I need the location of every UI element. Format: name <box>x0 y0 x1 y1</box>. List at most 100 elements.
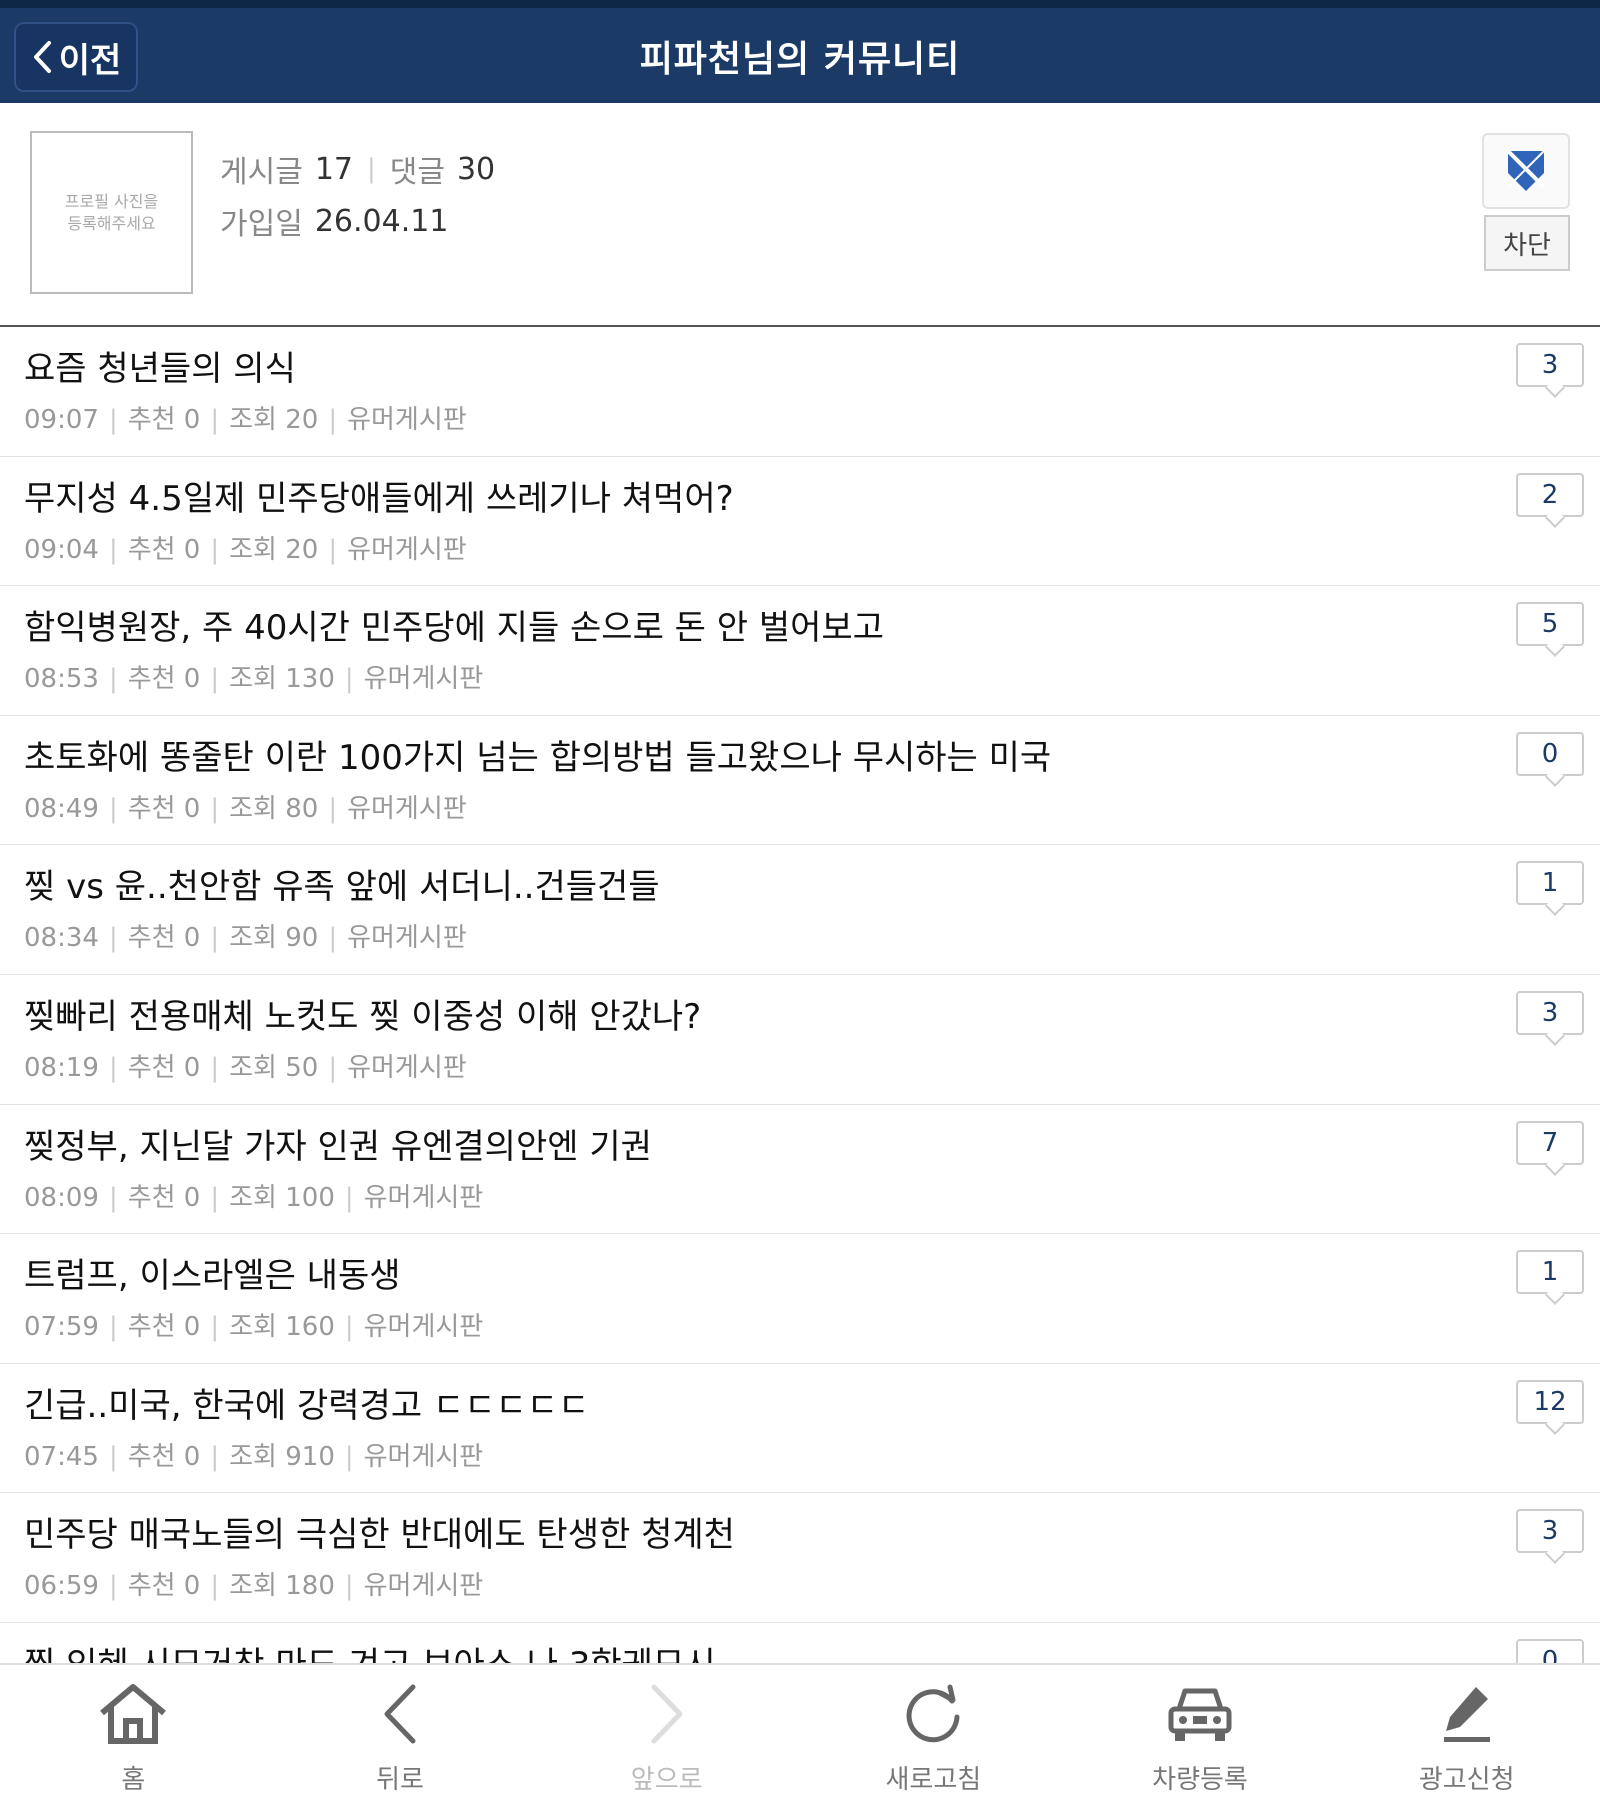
post-row[interactable]: 찢빠리 전용매체 노컷도 찢 이중성 이해 안갔나? 08:19 | 추천 0 | 조회 … <box>0 975 1600 1105</box>
post-board: 유머게시판 <box>363 664 484 695</box>
post-views: 조회 180 <box>229 1571 335 1602</box>
meta-divider: | <box>328 534 338 565</box>
post-row[interactable]: 찢 vs 윤..천안함 유족 앞에 서더니..건들건들 08:34 | 추천 0 | 조회… <box>0 845 1600 975</box>
comment-count-badge[interactable]: 0 <box>1516 1638 1584 1663</box>
avatar-placeholder-text: 프로필 사진을 등록해주세요 <box>64 191 159 233</box>
report-button[interactable] <box>1482 133 1570 209</box>
post-row[interactable]: 초토화에 똥줄탄 이란 100가지 넘는 합의방법 들고왔으나 무시하는 미국 0… <box>0 716 1600 846</box>
post-time: 07:59 <box>24 1312 99 1343</box>
post-views: 조회 20 <box>229 405 319 435</box>
comments-count: 30 <box>456 151 496 187</box>
post-views: 조회 20 <box>229 534 319 565</box>
post-row[interactable]: 트럼프, 이스라엘은 내동생 07:59 | 추천 0 | 조회 160 | 유머게시판 1 <box>0 1234 1600 1364</box>
post-recommend: 추천 0 <box>127 1312 201 1343</box>
nav-back[interactable]: 뒤로 <box>267 1665 534 1806</box>
meta-divider: | <box>210 1312 220 1343</box>
post-row[interactable]: 찢정부, 지닌달 가자 인권 유엔결의안엔 기권 08:09 | 추천 0 | 조회 10… <box>0 1105 1600 1235</box>
post-recommend: 추천 0 <box>127 1441 201 1472</box>
comments-label: 댓글 <box>389 155 445 190</box>
post-title[interactable]: 찢 인헤 시므거찬 마드 겨고 브아스 나 3한궤므시 <box>24 1637 716 1663</box>
comment-count-badge[interactable]: 3 <box>1516 990 1584 1035</box>
post-board: 유머게시판 <box>363 1312 484 1343</box>
post-views: 조회 80 <box>229 793 319 824</box>
post-time: 08:49 <box>24 793 99 824</box>
post-board: 유머게시판 <box>347 534 467 565</box>
post-title[interactable]: 무지성 4.5일제 민주당애들에게 쓰레기나 쳐먹어? <box>24 471 734 520</box>
home-icon <box>100 1684 167 1744</box>
comment-count-badge[interactable]: 7 <box>1516 1120 1584 1165</box>
bottom-nav: 홈 뒤로 앞으로 새로고침 차량등록 광고신청 <box>0 1663 1600 1806</box>
profile-section: 프로필 사진을 등록해주세요 게시글 17 | 댓글 30 가입일 26.04.… <box>0 103 1600 327</box>
comment-count-badge[interactable]: 1 <box>1516 1250 1584 1295</box>
nav-home[interactable]: 홈 <box>0 1665 267 1806</box>
post-board: 유머게시판 <box>347 405 467 435</box>
post-meta: 08:53 | 추천 0 | 조회 130 | 유머게시판 <box>24 658 483 695</box>
post-row[interactable]: 긴급..미국, 한국에 강력경고 ㄷㄷㄷㄷㄷ 07:45 | 추천 0 | 조회 910 |… <box>0 1364 1600 1494</box>
post-meta: 08:19 | 추천 0 | 조회 50 | 유머게시판 <box>24 1047 467 1084</box>
post-meta: 07:59 | 추천 0 | 조회 160 | 유머게시판 <box>24 1306 483 1343</box>
block-button[interactable]: 차단 <box>1484 215 1570 271</box>
nav-refresh[interactable]: 새로고침 <box>800 1665 1067 1806</box>
post-time: 08:53 <box>24 664 99 695</box>
post-time: 08:34 <box>24 923 99 954</box>
meta-divider: | <box>108 793 118 824</box>
report-badge-icon <box>1506 149 1546 191</box>
post-time: 09:07 <box>24 405 99 435</box>
meta-divider: | <box>210 1182 220 1213</box>
meta-divider: | <box>108 1571 118 1602</box>
post-row[interactable]: 함익병원장, 주 40시간 민주당에 지들 손으로 돈 안 벌어보고 08:53 |… <box>0 586 1600 716</box>
post-list: 요즘 청년들의 의식 09:07 | 추천 0 | 조회 20 | 유머게시판 3 무지성 4.5… <box>0 327 1600 1663</box>
back-arrow-icon <box>384 1684 416 1744</box>
post-title[interactable]: 요즘 청년들의 의식 <box>24 341 296 390</box>
nav-refresh-label: 새로고침 <box>885 1765 982 1795</box>
post-recommend: 추천 0 <box>127 793 201 824</box>
nav-ad-request-label: 광고신청 <box>1418 1765 1515 1795</box>
comment-count-badge[interactable]: 3 <box>1516 343 1584 387</box>
nav-ad-request[interactable]: 광고신청 <box>1333 1665 1600 1806</box>
post-row[interactable]: 찢 인헤 시므거찬 마드 겨고 브아스 나 3한궤므시 0 <box>0 1623 1600 1663</box>
post-row[interactable]: 요즘 청년들의 의식 09:07 | 추천 0 | 조회 20 | 유머게시판 3 <box>0 327 1600 457</box>
post-title[interactable]: 트럼프, 이스라엘은 내동생 <box>24 1248 401 1297</box>
post-meta: 09:07 | 추천 0 | 조회 20 | 유머게시판 <box>24 399 467 436</box>
meta-divider: | <box>108 923 118 954</box>
post-board: 유머게시판 <box>347 923 467 954</box>
post-board: 유머게시판 <box>347 793 467 824</box>
comment-count-badge[interactable]: 2 <box>1516 472 1584 517</box>
post-title[interactable]: 긴급..미국, 한국에 강력경고 ㄷㄷㄷㄷㄷ <box>24 1378 589 1427</box>
post-title[interactable]: 찢 vs 윤..천안함 유족 앞에 서더니..건들건들 <box>24 859 660 908</box>
comment-count-badge[interactable]: 3 <box>1516 1509 1584 1554</box>
post-recommend: 추천 0 <box>127 1571 201 1602</box>
comment-count-badge[interactable]: 5 <box>1516 602 1584 647</box>
posts-count: 17 <box>314 151 353 187</box>
meta-divider: | <box>328 923 338 954</box>
comment-count-badge[interactable]: 0 <box>1516 731 1584 776</box>
post-recommend: 추천 0 <box>127 664 201 695</box>
post-title[interactable]: 찢정부, 지닌달 가자 인권 유엔결의안엔 기권 <box>24 1119 652 1168</box>
meta-divider: | <box>344 1571 354 1602</box>
meta-divider: | <box>210 793 220 824</box>
nav-forward[interactable]: 앞으로 <box>533 1665 800 1806</box>
post-views: 조회 160 <box>229 1312 335 1343</box>
post-title[interactable]: 초토화에 똥줄탄 이란 100가지 넘는 합의방법 들고왔으나 무시하는 미국 <box>24 730 1051 779</box>
meta-divider: | <box>108 1441 118 1472</box>
post-views: 조회 100 <box>229 1182 335 1213</box>
post-recommend: 추천 0 <box>127 1182 201 1213</box>
post-meta: 08:09 | 추천 0 | 조회 100 | 유머게시판 <box>24 1177 483 1214</box>
car-icon <box>1168 1688 1232 1741</box>
post-title[interactable]: 민주당 매국노들의 극심한 반대에도 탄생한 청계천 <box>24 1507 735 1556</box>
post-title[interactable]: 함익병원장, 주 40시간 민주당에 지들 손으로 돈 안 벌어보고 <box>24 600 884 649</box>
posts-label: 게시글 <box>220 155 303 190</box>
comment-count-badge[interactable]: 1 <box>1516 861 1584 906</box>
post-row[interactable]: 무지성 4.5일제 민주당애들에게 쓰레기나 쳐먹어? 09:04 | 추천 0 | 조회… <box>0 457 1600 587</box>
meta-divider: | <box>108 405 118 435</box>
post-title[interactable]: 찢빠리 전용매체 노컷도 찢 이중성 이해 안갔나? <box>24 989 701 1038</box>
forward-arrow-icon <box>651 1684 683 1744</box>
post-row[interactable]: 민주당 매국노들의 극심한 반대에도 탄생한 청계천 06:59 | 추천 0 | 조회 … <box>0 1493 1600 1623</box>
nav-back-label: 뒤로 <box>376 1765 424 1795</box>
post-views: 조회 910 <box>229 1441 335 1472</box>
meta-divider: | <box>210 1571 220 1602</box>
avatar[interactable]: 프로필 사진을 등록해주세요 <box>30 131 193 294</box>
comment-count-badge[interactable]: 12 <box>1516 1379 1584 1424</box>
nav-car-register[interactable]: 차량등록 <box>1067 1665 1334 1806</box>
meta-divider: | <box>344 1312 354 1343</box>
